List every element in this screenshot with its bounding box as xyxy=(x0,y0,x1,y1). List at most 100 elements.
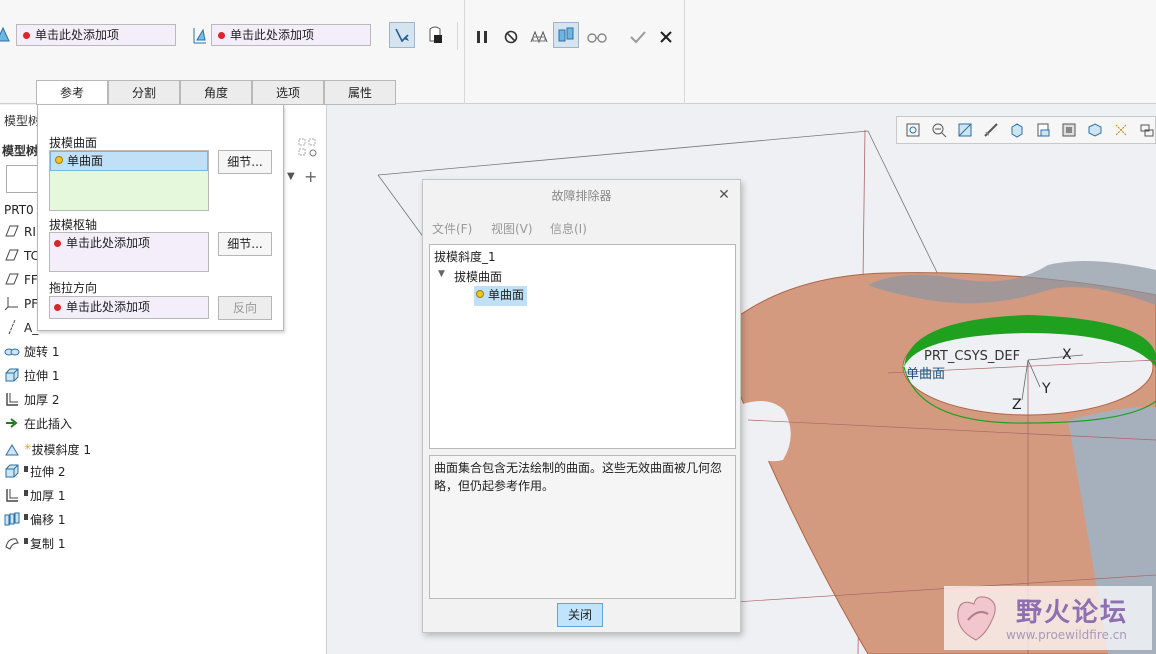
model-tree-subheader[interactable]: 模型树 xyxy=(2,142,38,159)
menu-file[interactable]: 文件(F) xyxy=(432,220,472,237)
split-draft-icon[interactable] xyxy=(422,22,448,48)
view-toolbar xyxy=(896,116,1156,144)
pull-direction-icon[interactable] xyxy=(389,22,415,48)
tab-properties[interactable]: 属性 xyxy=(324,80,396,105)
add-plus-icon[interactable]: + xyxy=(304,167,317,186)
ok-check-icon[interactable] xyxy=(625,24,651,50)
verify-mode-icon[interactable] xyxy=(553,22,579,48)
required-dot-icon xyxy=(23,32,30,39)
draft-hinge-collector-panel[interactable]: 单击此处添加项 xyxy=(49,232,209,272)
pull-direction-collector[interactable]: 单击此处添加项 xyxy=(49,296,209,319)
insert-arrow-icon xyxy=(6,418,18,428)
view-manager-icon[interactable] xyxy=(1061,122,1077,138)
pull-direction-label: 拖拉方向 xyxy=(49,281,98,295)
tree-item[interactable]: 复制 1 xyxy=(4,534,65,554)
selected-surface-item[interactable]: 单曲面 xyxy=(50,151,208,171)
cancel-x-icon[interactable] xyxy=(653,24,679,50)
draft-surface-icon[interactable] xyxy=(0,22,16,48)
offset-icon xyxy=(4,512,20,526)
perspective-icon[interactable] xyxy=(1087,122,1103,138)
refit-icon[interactable] xyxy=(905,122,921,138)
tree-item-label: RI xyxy=(24,225,36,239)
forum-logo xyxy=(957,596,996,641)
tab-references[interactable]: 参考 xyxy=(36,80,108,106)
suppressed-flag-icon xyxy=(24,514,28,520)
tree-root-item[interactable]: 拔模斜度_1 xyxy=(434,248,496,265)
tree-item[interactable]: 旋转 1 xyxy=(4,342,59,362)
pull-item-text: 单击此处添加项 xyxy=(66,300,151,314)
tree-item[interactable]: RI xyxy=(4,222,36,242)
suppressed-flag-icon xyxy=(24,538,28,544)
pause-icon[interactable] xyxy=(469,24,495,50)
collector-text: 单击此处添加项 xyxy=(35,28,120,42)
tree-item[interactable]: PF xyxy=(4,294,38,314)
tree-item[interactable]: A_ xyxy=(4,318,38,338)
y-axis-label: Y xyxy=(1042,381,1051,397)
menu-view[interactable]: 视图(V) xyxy=(491,220,533,237)
tree-item[interactable]: 偏移 1 xyxy=(4,510,65,530)
tree-item-label: 拉伸 2 xyxy=(30,465,66,479)
glasses-icon[interactable] xyxy=(584,24,610,50)
tree-item-label: 加厚 1 xyxy=(30,489,66,503)
tree-filter-input[interactable] xyxy=(6,165,40,193)
watermark: 野火论坛 www.proewildfire.cn xyxy=(944,586,1152,650)
x-axis-label: X xyxy=(1062,347,1072,363)
required-dot-icon xyxy=(218,32,225,39)
references-panel: 拔模曲面 单曲面 细节... 拔模枢轴 单击此处添加项 细节... 拖拉方向 单… xyxy=(37,104,284,331)
datum-plane-icon xyxy=(5,249,19,261)
tree-item-label: 复制 1 xyxy=(30,537,66,551)
tree-item[interactable]: 拉伸 2 xyxy=(4,462,65,482)
watermark-url: www.proewildfire.cn xyxy=(1006,628,1127,642)
tree-item[interactable]: TC xyxy=(4,246,39,266)
draft-hinge-collector[interactable]: 单击此处添加项 xyxy=(211,24,371,46)
no-preview-icon[interactable] xyxy=(498,24,524,50)
tab-angle[interactable]: 角度 xyxy=(180,80,252,105)
tree-item[interactable]: 拉伸 1 xyxy=(4,366,59,386)
draft-hinge-icon[interactable] xyxy=(186,22,212,48)
tree-item-label: 加厚 2 xyxy=(24,393,60,407)
draft-icon xyxy=(5,444,19,456)
model-tree-header[interactable]: 模型树 xyxy=(4,112,40,129)
message-area: 曲面集合包含无法绘制的曲面。这些无效曲面被几何忽略，但仍起参考作用。 xyxy=(429,455,736,599)
tab-options[interactable]: 选项 xyxy=(252,80,324,105)
close-button[interactable]: 关闭 xyxy=(557,603,603,627)
extrude-icon xyxy=(5,368,19,382)
dialog-title: 故障排除器 xyxy=(551,189,612,203)
preview-geometry-icon[interactable] xyxy=(526,24,552,50)
flip-button[interactable]: 反向 xyxy=(218,296,272,320)
details-button[interactable]: 细节... xyxy=(218,150,272,174)
tree-item-label: 拔模斜度 1 xyxy=(31,443,91,457)
expand-triangle-icon[interactable]: ▼ xyxy=(438,269,445,279)
close-icon[interactable]: ✕ xyxy=(717,188,731,202)
draft-surfaces-collector[interactable]: 单击此处添加项 xyxy=(16,24,176,46)
tree-item[interactable]: 加厚 1 xyxy=(4,486,65,506)
dropdown-arrow-icon[interactable]: ▼ xyxy=(287,171,295,182)
suppressed-flag-icon xyxy=(24,466,28,472)
menu-info[interactable]: 信息(I) xyxy=(550,220,587,237)
tree-item[interactable]: ✳拔模斜度 1 xyxy=(4,438,91,458)
details-button-2[interactable]: 细节... xyxy=(218,232,272,256)
saved-orientations-icon[interactable] xyxy=(1035,122,1051,138)
collector-text: 单击此处添加项 xyxy=(230,28,315,42)
datum-display-icon[interactable] xyxy=(1113,122,1129,138)
zoom-out-icon[interactable] xyxy=(931,122,947,138)
troubleshooter-tree[interactable]: 拔模斜度_1 ▼ 拔模曲面 单曲面 xyxy=(429,244,736,449)
annotation-display-icon[interactable] xyxy=(1139,122,1155,138)
required-dot-icon xyxy=(54,304,61,311)
tree-root-label: PRT0 xyxy=(4,203,34,217)
tree-item[interactable]: FF xyxy=(4,270,38,290)
draft-surface-collector[interactable]: 单曲面 xyxy=(49,150,209,211)
thicken-icon xyxy=(6,393,18,406)
tree-item[interactable]: 加厚 2 xyxy=(4,390,59,410)
tab-split[interactable]: 分割 xyxy=(108,80,180,105)
tree-leaf-text: 单曲面 xyxy=(488,288,525,302)
tree-settings-icon[interactable] xyxy=(297,137,319,162)
tree-item[interactable]: 在此插入 xyxy=(4,414,72,434)
display-style-icon[interactable] xyxy=(1009,122,1025,138)
repaint-icon[interactable] xyxy=(983,122,999,138)
tree-root[interactable]: PRT0 xyxy=(4,200,34,220)
tree-child-item[interactable]: 拔模曲面 xyxy=(454,268,502,285)
tree-leaf-item[interactable]: 单曲面 xyxy=(474,286,528,306)
copy-icon xyxy=(5,538,19,550)
zoom-in-box-icon[interactable] xyxy=(957,122,973,138)
